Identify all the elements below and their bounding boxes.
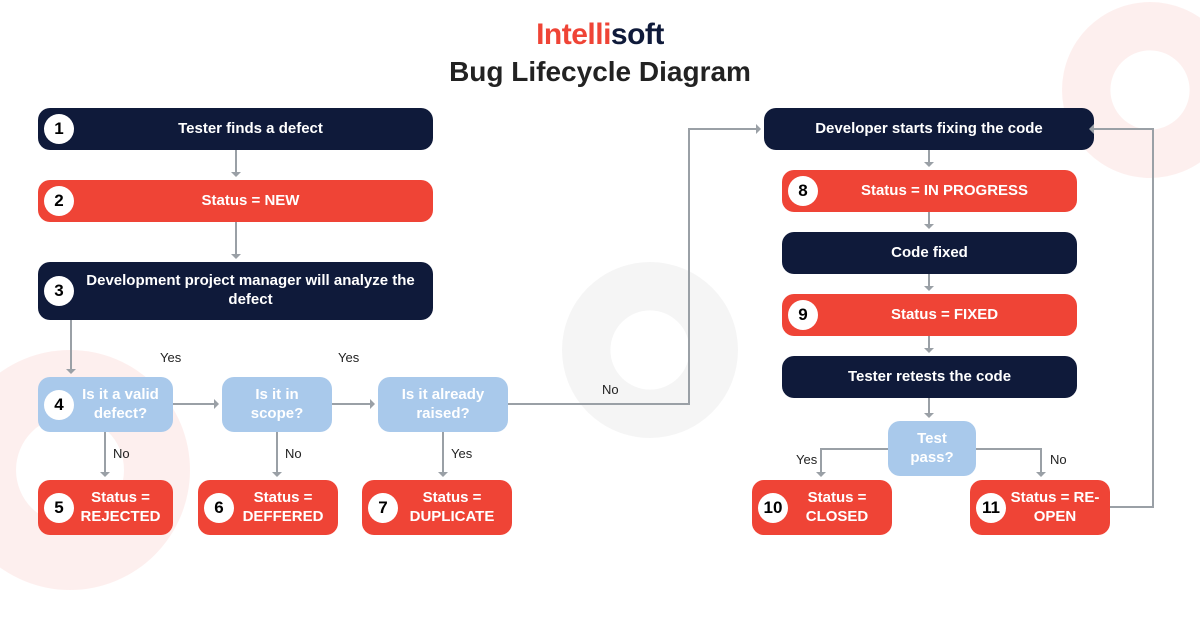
decision-test-pass-text: Test pass?: [898, 430, 966, 468]
step-2: 2 Status = NEW: [38, 180, 433, 222]
step-10: 10 Status = CLOSED: [752, 480, 892, 535]
step-10-text: Status = CLOSED: [792, 489, 882, 527]
arrowhead: [231, 254, 241, 264]
decision-scope: Is it in scope?: [222, 377, 332, 432]
step-3: 3 Development project manager will analy…: [38, 262, 433, 320]
arrowhead: [924, 162, 934, 172]
arrow: [173, 403, 214, 405]
arrowhead: [231, 172, 241, 182]
arrowhead: [924, 348, 934, 358]
decision-test-pass: Test pass?: [888, 421, 976, 476]
label-no: No: [602, 382, 619, 397]
arrow: [442, 432, 444, 472]
arrowhead: [924, 224, 934, 234]
code-fixed: Code fixed: [782, 232, 1077, 274]
arrowhead: [272, 472, 282, 482]
step-8-text: Status = IN PROGRESS: [861, 182, 1028, 201]
arrowhead: [1084, 124, 1094, 134]
arrow: [104, 432, 106, 472]
arrow: [508, 403, 688, 405]
step-9-num: 9: [788, 300, 818, 330]
dev-start-text: Developer starts fixing the code: [815, 120, 1043, 139]
arrow: [820, 448, 888, 450]
arrowhead: [924, 286, 934, 296]
step-11: 11 Status = RE-OPEN: [970, 480, 1110, 535]
step-11-num: 11: [976, 493, 1006, 523]
arrow: [928, 398, 930, 414]
arrow: [70, 320, 72, 369]
arrow: [976, 448, 1040, 450]
decision-scope-text: Is it in scope?: [232, 386, 322, 424]
arrow: [1040, 448, 1042, 474]
arrowhead: [924, 413, 934, 423]
step-8-num: 8: [788, 176, 818, 206]
decision-raised-text: Is it already raised?: [388, 386, 498, 424]
step-10-num: 10: [758, 493, 788, 523]
decision-valid: 4 Is it a valid defect?: [38, 377, 173, 432]
step-6: 6 Status = DEFFERED: [198, 480, 338, 535]
decision-raised: Is it already raised?: [378, 377, 508, 432]
arrow: [1094, 128, 1152, 130]
arrow: [688, 128, 690, 405]
arrowhead: [438, 472, 448, 482]
arrow: [1152, 128, 1154, 508]
step-1: 1 Tester finds a defect: [38, 108, 433, 150]
step-8: 8 Status = IN PROGRESS: [782, 170, 1077, 212]
arrowhead: [1036, 472, 1046, 482]
label-yes: Yes: [160, 350, 181, 365]
step-9-text: Status = FIXED: [891, 306, 998, 325]
arrow: [1110, 506, 1152, 508]
diagram-canvas: 1 Tester finds a defect 2 Status = NEW 3…: [0, 0, 1200, 627]
step-3-text: Development project manager will analyze…: [78, 272, 423, 310]
step-5-num: 5: [44, 493, 74, 523]
arrowhead: [756, 124, 766, 134]
label-yes: Yes: [451, 446, 472, 461]
arrowhead: [214, 399, 224, 409]
step-7-num: 7: [368, 493, 398, 523]
step-1-num: 1: [44, 114, 74, 144]
step-2-text: Status = NEW: [202, 192, 300, 211]
step-6-num: 6: [204, 493, 234, 523]
tester-retest-text: Tester retests the code: [848, 368, 1011, 387]
arrowhead: [100, 472, 110, 482]
arrow: [235, 222, 237, 254]
dev-start: Developer starts fixing the code: [764, 108, 1094, 150]
arrow: [820, 448, 822, 474]
step-5-text: Status = REJECTED: [78, 489, 163, 527]
decision-valid-text: Is it a valid defect?: [78, 386, 163, 424]
label-no: No: [285, 446, 302, 461]
tester-retest: Tester retests the code: [782, 356, 1077, 398]
arrow: [235, 150, 237, 172]
step-9: 9 Status = FIXED: [782, 294, 1077, 336]
step-2-num: 2: [44, 186, 74, 216]
step-7-text: Status = DUPLICATE: [402, 489, 502, 527]
arrowhead: [816, 472, 826, 482]
label-yes: Yes: [796, 452, 817, 467]
arrowhead: [370, 399, 380, 409]
step-1-text: Tester finds a defect: [178, 120, 323, 139]
step-6-text: Status = DEFFERED: [238, 489, 328, 527]
code-fixed-text: Code fixed: [891, 244, 968, 263]
step-3-num: 3: [44, 276, 74, 306]
arrow: [688, 128, 756, 130]
arrow: [276, 432, 278, 472]
arrow: [332, 403, 370, 405]
step-11-text: Status = RE-OPEN: [1010, 489, 1100, 527]
step-5: 5 Status = REJECTED: [38, 480, 173, 535]
decision-valid-num: 4: [44, 390, 74, 420]
arrowhead: [66, 369, 76, 379]
step-7: 7 Status = DUPLICATE: [362, 480, 512, 535]
label-no: No: [113, 446, 130, 461]
label-no: No: [1050, 452, 1067, 467]
label-yes: Yes: [338, 350, 359, 365]
